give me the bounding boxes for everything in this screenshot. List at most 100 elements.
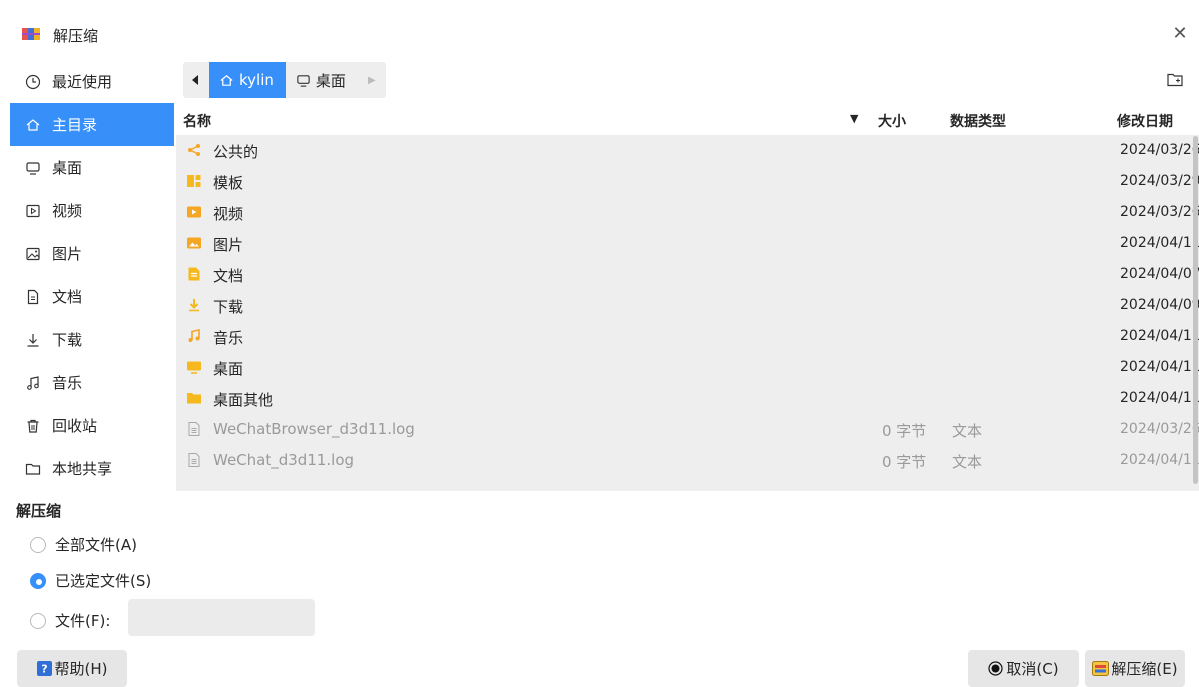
table-row[interactable]: 图片 2024/04/11 (176, 228, 1199, 259)
file-size: 0 字节 (882, 453, 927, 471)
radio-label: 文件(F): (55, 612, 111, 630)
sidebar-item-label: 回收站 (52, 417, 98, 435)
file-list-header: 名称 ▼ 大小 数据类型 修改日期 (176, 103, 1199, 135)
file-name: 图片 (213, 236, 244, 254)
sidebar-item-label: 音乐 (52, 374, 83, 392)
file-name: WeChat_d3d11.log (213, 451, 355, 469)
radio-all-files[interactable]: 全部文件(A) (30, 534, 137, 555)
table-row[interactable]: WeChatBrowser_d3d11.log 0 字节 文本 2024/03/… (176, 414, 1199, 445)
file-modified: 2024/04/07 (1120, 266, 1199, 282)
sidebar-item-home[interactable]: 主目录 (10, 103, 174, 146)
breadcrumb-item-desktop[interactable]: 桌面 (286, 62, 358, 98)
column-header-name[interactable]: 名称 (183, 111, 211, 131)
breadcrumb-item-home[interactable]: kylin (209, 62, 286, 98)
table-row[interactable]: 公共的 2024/03/26 (176, 135, 1199, 166)
table-row[interactable]: 下载 2024/04/09 (176, 290, 1199, 321)
sidebar-item-label: 文档 (52, 288, 83, 306)
file-pattern-input[interactable] (128, 599, 315, 636)
video-folder-icon (187, 206, 201, 218)
archive-icon (1092, 661, 1110, 676)
sidebar-item-label: 图片 (52, 245, 83, 263)
column-header-modified[interactable]: 修改日期 (1117, 111, 1173, 131)
sidebar-item-label: 下载 (52, 331, 83, 349)
file-size: 0 字节 (882, 422, 927, 440)
radio-selected-files[interactable]: 已选定文件(S) (30, 570, 151, 591)
document-icon (24, 288, 42, 306)
title-bar: 解压缩 ✕ (0, 0, 1199, 60)
archive-app-icon (22, 26, 40, 42)
radio-dot-icon (988, 661, 1004, 676)
clock-icon (24, 73, 42, 91)
close-icon: ✕ (1172, 23, 1188, 44)
desktop-icon (24, 159, 42, 177)
forward-button[interactable]: ▶ (358, 62, 386, 98)
table-row[interactable]: 桌面 2024/04/11 (176, 352, 1199, 383)
new-folder-icon (1167, 73, 1183, 87)
video-icon (24, 202, 42, 220)
file-modified: 2024/03/26 (1120, 142, 1199, 158)
button-label: 解压缩(E) (1111, 660, 1178, 678)
file-name: 下载 (213, 298, 244, 316)
file-name: 文档 (213, 267, 244, 285)
radio-file[interactable]: 文件(F): (30, 610, 110, 631)
music-folder-icon (188, 329, 200, 342)
sidebar-item-label: 本地共享 (52, 460, 113, 478)
radio-button[interactable] (30, 612, 46, 629)
sidebar-item-pictures[interactable]: 图片 (10, 232, 174, 275)
breadcrumb-label: 桌面 (315, 71, 346, 90)
sidebar-item-label: 主目录 (52, 116, 98, 134)
cancel-button[interactable]: 取消(C) (968, 650, 1079, 687)
close-button[interactable]: ✕ (1168, 22, 1192, 46)
section-title: 解压缩 (16, 502, 62, 520)
sidebar-item-desktop[interactable]: 桌面 (10, 146, 174, 189)
breadcrumb-label: kylin (239, 71, 274, 89)
table-row[interactable]: 文档 2024/04/07 (176, 259, 1199, 290)
file-name: 桌面 (213, 360, 244, 378)
sidebar-item-label: 最近使用 (52, 73, 113, 91)
text-file-icon (188, 453, 200, 467)
radio-label: 全部文件(A) (55, 536, 137, 554)
radio-button[interactable] (30, 536, 46, 553)
file-modified: 2024/03/26 (1120, 204, 1199, 220)
triangle-left-icon (192, 75, 198, 85)
sidebar-item-recent[interactable]: 最近使用 (10, 60, 174, 103)
button-label: 帮助(H) (54, 660, 108, 678)
extract-options: 解压缩 (16, 500, 61, 521)
file-name: 公共的 (213, 143, 259, 161)
text-file-icon (188, 422, 200, 436)
folder-share-icon (24, 460, 42, 478)
file-list-body: 公共的 2024/03/26 模板 2024/03/29 视频 2024/03/… (176, 135, 1199, 491)
sidebar-item-documents[interactable]: 文档 (10, 275, 174, 318)
column-header-size[interactable]: 大小 (878, 111, 906, 131)
file-name: 视频 (213, 205, 244, 223)
file-modified: 2024/03/26 (1120, 421, 1199, 437)
sidebar-item-local-share[interactable]: 本地共享 (10, 447, 174, 490)
scrollbar[interactable] (1193, 136, 1198, 484)
radio-button[interactable] (30, 572, 46, 589)
download-icon (24, 331, 42, 349)
file-modified: 2024/03/29 (1120, 173, 1199, 189)
sort-down-icon: ▼ (850, 112, 859, 125)
file-modified: 2024/04/11 (1120, 452, 1199, 468)
sidebar-item-downloads[interactable]: 下载 (10, 318, 174, 361)
sidebar-item-music[interactable]: 音乐 (10, 361, 174, 404)
picture-folder-icon (187, 237, 201, 249)
table-row[interactable]: 模板 2024/03/29 (176, 166, 1199, 197)
help-button[interactable]: ? 帮助(H) (17, 650, 127, 687)
sidebar-item-trash[interactable]: 回收站 (10, 404, 174, 447)
radio-label: 已选定文件(S) (55, 572, 152, 590)
table-row[interactable]: 音乐 2024/04/11 (176, 321, 1199, 352)
share-icon (188, 144, 200, 156)
table-row[interactable]: WeChat_d3d11.log 0 字节 文本 2024/04/11 (176, 445, 1199, 476)
help-icon: ? (36, 661, 52, 676)
table-row[interactable]: 桌面其他 2024/04/11 (176, 383, 1199, 414)
new-folder-button[interactable] (1163, 69, 1187, 91)
table-row[interactable]: 视频 2024/03/26 (176, 197, 1199, 228)
back-button[interactable] (183, 62, 209, 98)
extract-button[interactable]: 解压缩(E) (1085, 650, 1185, 687)
file-modified: 2024/04/11 (1120, 390, 1199, 406)
file-name: 音乐 (213, 329, 244, 347)
column-header-type[interactable]: 数据类型 (950, 111, 1006, 131)
image-icon (24, 245, 42, 263)
sidebar-item-video[interactable]: 视频 (10, 189, 174, 232)
